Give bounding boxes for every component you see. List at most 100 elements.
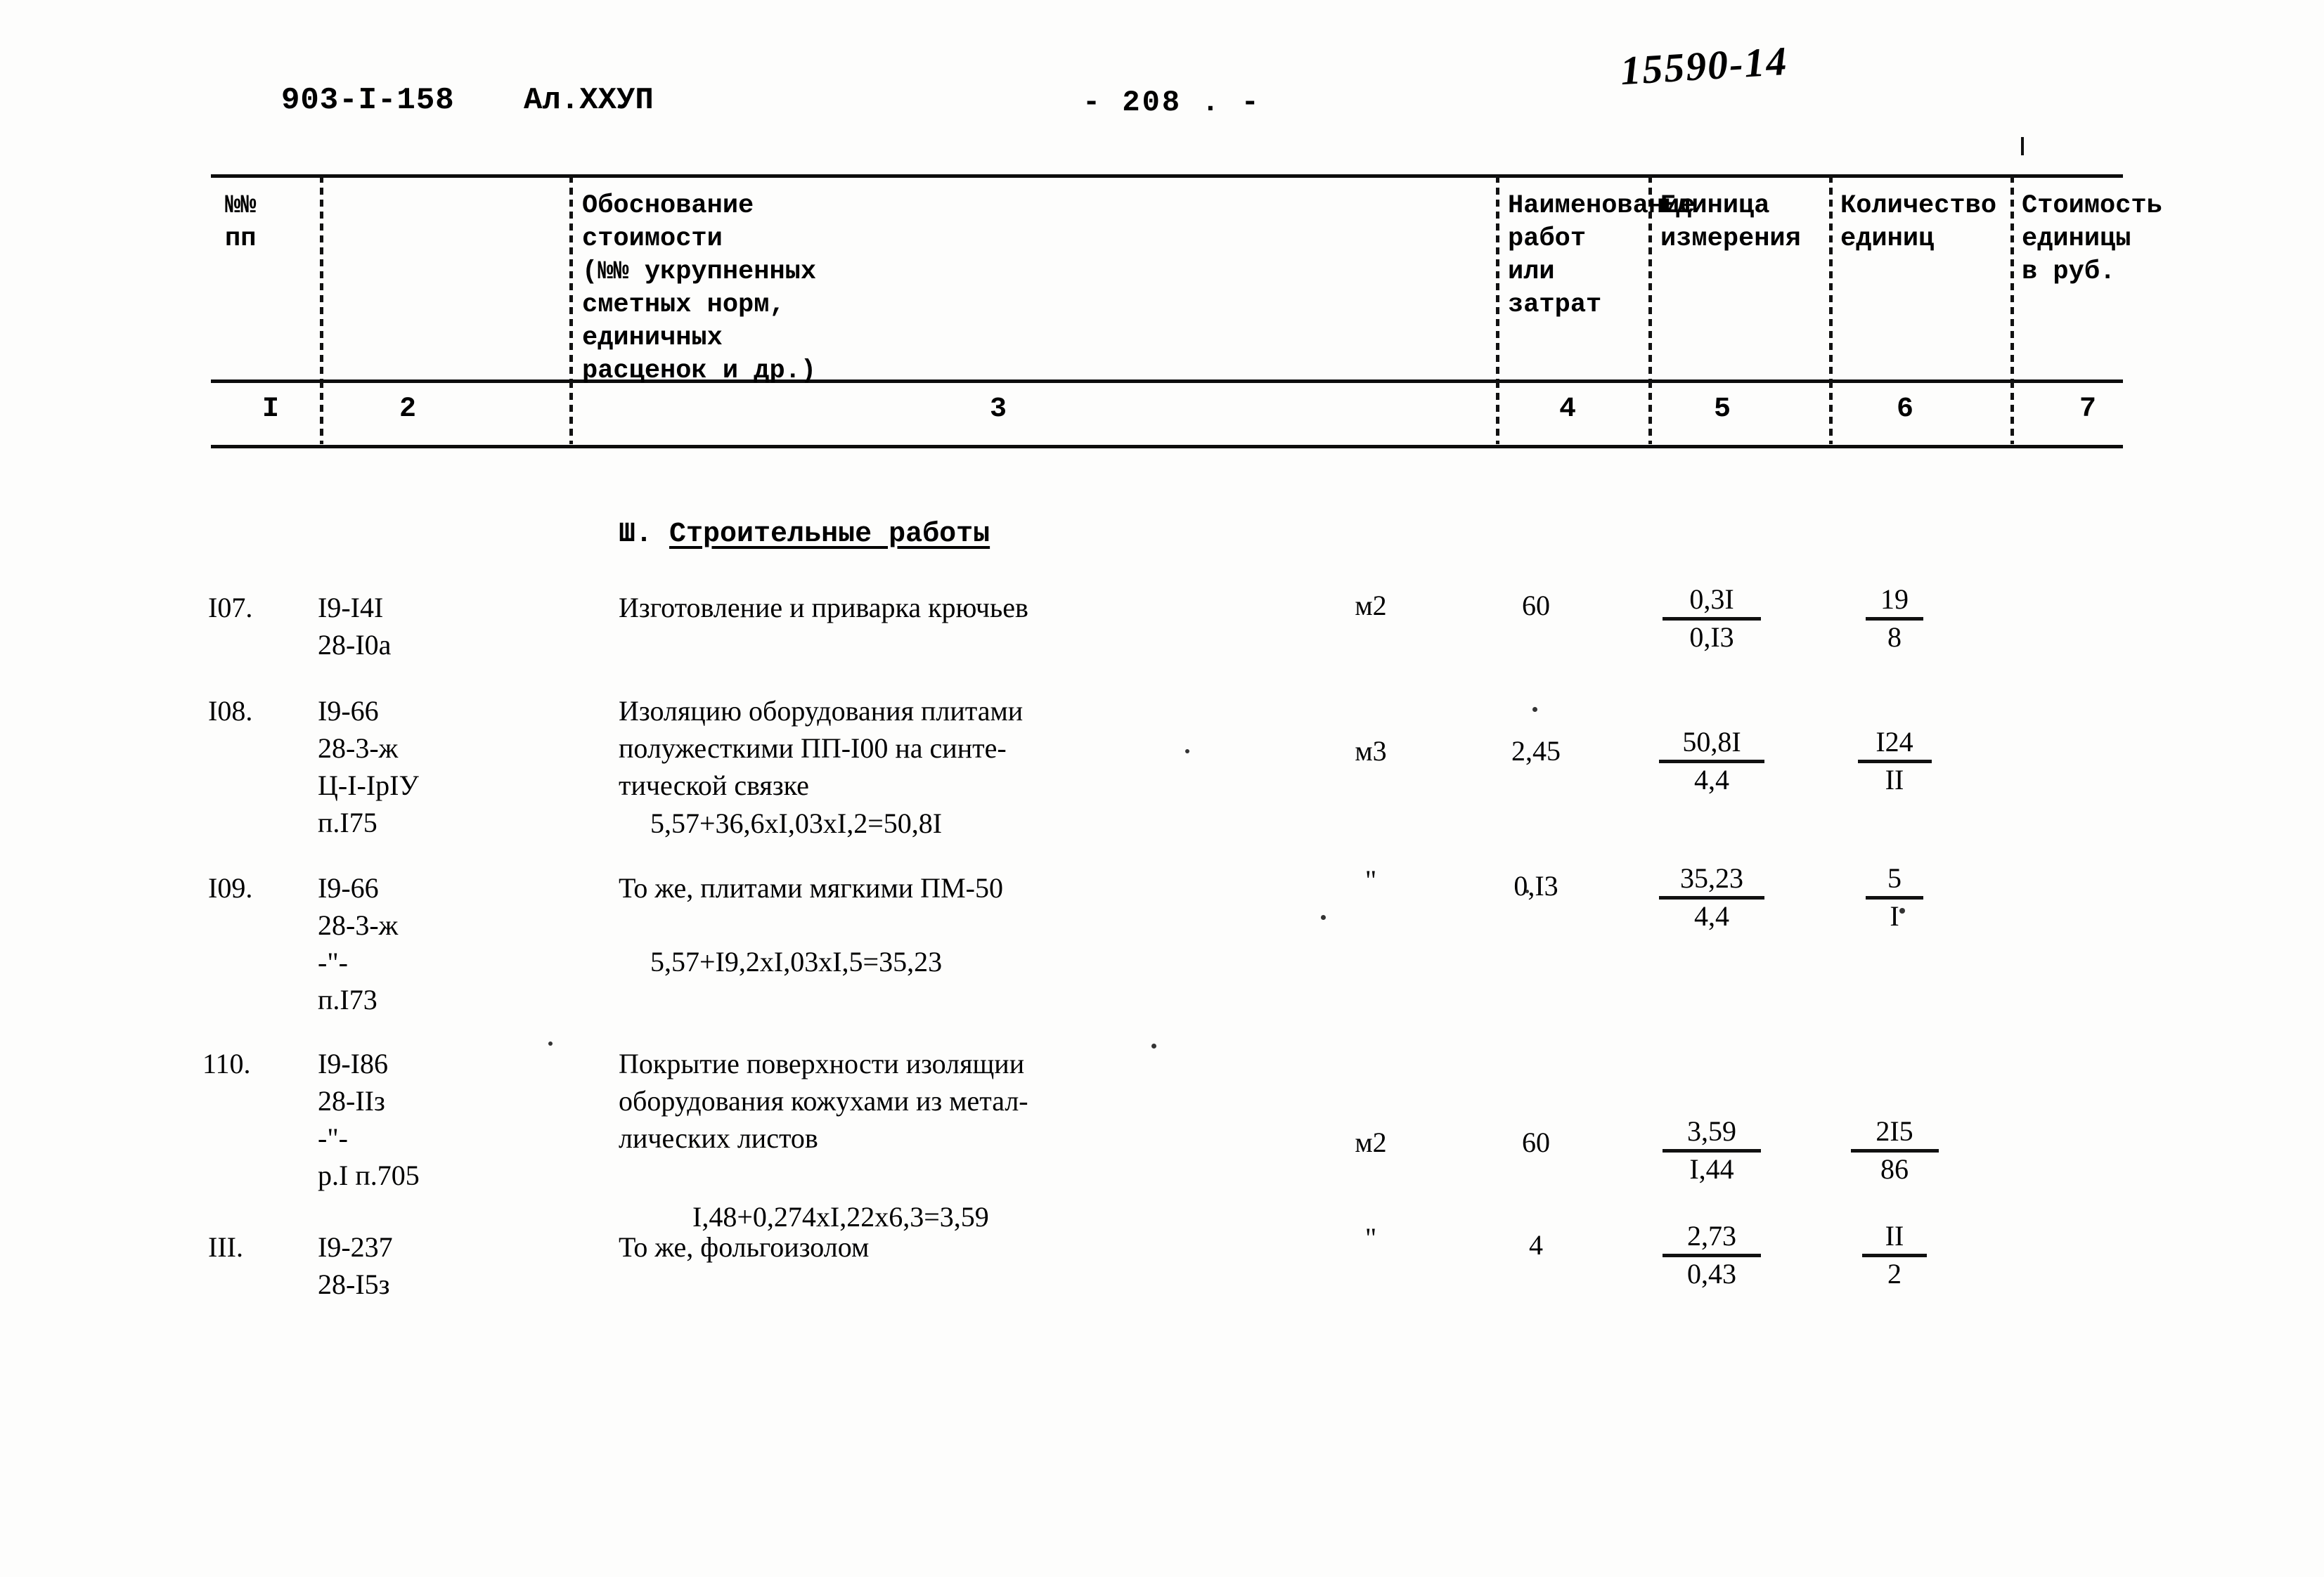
row-total-cost: 2I5 86 xyxy=(1821,1115,1968,1186)
row-total-cost: 19 8 xyxy=(1821,583,1968,654)
fraction-bar xyxy=(1866,617,1923,621)
row-unit: " xyxy=(1364,864,1377,896)
row-calculation: 5,57+36,6xI,03xI,2=50,8I xyxy=(650,807,943,839)
row-number: III. xyxy=(208,1231,243,1263)
row-description: То же, плитами мягкими ПМ-50 xyxy=(619,872,1003,904)
col-divider-2 xyxy=(569,176,573,379)
table-top-border xyxy=(211,174,2123,178)
section-heading-number: Ш. xyxy=(619,519,653,550)
unit-cost-numerator: 0,3I xyxy=(1689,583,1734,615)
unit-cost-denominator: 4,4 xyxy=(1694,900,1729,932)
fraction-bar xyxy=(1663,1254,1761,1257)
fraction-bar xyxy=(1857,760,1932,763)
row-description: То же, фольгоизолом xyxy=(619,1231,870,1263)
section-heading-text: Строительные работы xyxy=(669,519,990,550)
colnum-divider-6 xyxy=(2010,381,2014,444)
scan-artifact xyxy=(1525,890,1529,893)
row-quantity: 4 xyxy=(1529,1229,1543,1261)
margin-tick-mark xyxy=(2021,137,2024,155)
total-cost-denominator: 2 xyxy=(1887,1258,1902,1290)
row-justification: I9-237 28-I5з xyxy=(318,1231,393,1300)
column-header-6: Стоимость единицы в руб. xyxy=(2022,191,2162,287)
unit-cost-numerator: 35,23 xyxy=(1680,862,1743,894)
row-unit-cost: 50,8I 4,4 xyxy=(1631,726,1793,796)
scan-artifact xyxy=(1321,915,1326,920)
total-cost-numerator: 5 xyxy=(1887,862,1902,894)
unit-cost-denominator: 4,4 xyxy=(1694,764,1729,796)
column-header-5: Количество единиц xyxy=(1840,191,1997,254)
colnum-divider-3 xyxy=(1496,381,1499,444)
fraction-bar xyxy=(1663,1149,1761,1153)
total-cost-denominator: 8 xyxy=(1887,621,1902,653)
colnum-divider-1 xyxy=(320,381,323,444)
scan-artifact xyxy=(548,1041,553,1046)
colnum-divider-5 xyxy=(1829,381,1833,444)
total-cost-denominator: II xyxy=(1885,764,1904,796)
column-header-4: Единица измерения xyxy=(1660,191,1801,254)
row-unit: м2 xyxy=(1355,590,1387,621)
album-label: Ал.XXУП xyxy=(524,83,654,118)
row-justification: I9-I86 28-IIз -"- р.I п.705 xyxy=(318,1048,420,1191)
column-number-5: 5 xyxy=(1713,394,1731,425)
row-unit-cost: 3,59 I,44 xyxy=(1631,1115,1793,1186)
row-description: Изготовление и приварка крючьев xyxy=(619,592,1028,623)
fraction-bar xyxy=(1850,1149,1939,1153)
section-heading: Ш. Строительные работы xyxy=(619,519,990,550)
row-quantity: 60 xyxy=(1522,590,1550,621)
total-cost-numerator: I24 xyxy=(1876,726,1913,758)
row-quantity: 60 xyxy=(1522,1127,1550,1158)
column-number-3: 3 xyxy=(989,394,1007,425)
total-cost-numerator: II xyxy=(1885,1220,1904,1252)
unit-cost-denominator: 0,43 xyxy=(1687,1258,1736,1290)
row-unit: м3 xyxy=(1355,735,1387,767)
table-colnum-bottom-border xyxy=(211,445,2123,448)
scan-artifact xyxy=(1185,749,1189,753)
colnum-divider-4 xyxy=(1648,381,1652,444)
row-description: Изоляцию оборудования плитами полужестки… xyxy=(619,695,1024,801)
row-unit: " xyxy=(1364,1222,1377,1254)
fraction-bar xyxy=(1866,896,1923,900)
row-number: I07. xyxy=(208,592,253,623)
col-divider-1 xyxy=(320,176,323,379)
scan-artifact xyxy=(1532,707,1537,712)
row-unit-cost: 35,23 4,4 xyxy=(1631,862,1793,933)
document-header: 903-I-158 Ал.XXУП - 208 . - xyxy=(0,83,2324,132)
row-total-cost: 5 I xyxy=(1821,862,1968,933)
row-description: Покрытие поверхности изолящии оборудован… xyxy=(619,1048,1028,1154)
column-number-7: 7 xyxy=(2079,394,2096,425)
row-total-cost: II 2 xyxy=(1821,1220,1968,1290)
row-quantity: 2,45 xyxy=(1511,735,1561,767)
fraction-bar xyxy=(1659,896,1764,900)
unit-cost-numerator: 2,73 xyxy=(1687,1220,1736,1252)
total-cost-denominator: 86 xyxy=(1880,1153,1909,1185)
column-number-6: 6 xyxy=(1896,394,1913,425)
total-cost-denominator: I xyxy=(1890,900,1899,932)
fraction-bar xyxy=(1659,760,1764,763)
unit-cost-numerator: 50,8I xyxy=(1682,726,1741,758)
fraction-bar xyxy=(1663,617,1761,621)
row-justification: I9-66 28-3-ж Ц-I-IрIУ п.I75 xyxy=(318,695,419,838)
document-code: 903-I-158 xyxy=(281,83,455,118)
total-cost-numerator: 2I5 xyxy=(1876,1115,1913,1147)
row-justification: I9-I4I 28-I0a xyxy=(318,592,392,661)
colnum-divider-2 xyxy=(569,381,573,444)
column-number-1: I xyxy=(262,394,279,425)
row-unit-cost: 0,3I 0,I3 xyxy=(1631,583,1793,654)
fraction-bar xyxy=(1862,1254,1927,1257)
row-unit-cost: 2,73 0,43 xyxy=(1631,1220,1793,1290)
scan-artifact xyxy=(1899,908,1905,914)
row-calculation: 5,57+I9,2xI,03xI,5=35,23 xyxy=(650,946,943,978)
col-divider-6 xyxy=(2010,176,2014,379)
unit-cost-denominator: I,44 xyxy=(1689,1153,1734,1185)
scan-artifact xyxy=(1151,1044,1156,1049)
row-number: 110. xyxy=(202,1048,251,1079)
column-number-4: 4 xyxy=(1558,394,1576,425)
col-divider-3 xyxy=(1496,176,1499,379)
row-unit: м2 xyxy=(1355,1127,1387,1158)
row-number: I08. xyxy=(208,695,253,727)
row-quantity: 0,I3 xyxy=(1513,870,1558,902)
column-header-2: Обоснование стоимости (№№ укрупненных см… xyxy=(582,191,817,386)
column-number-2: 2 xyxy=(399,394,416,425)
total-cost-numerator: 19 xyxy=(1880,583,1909,615)
column-header-1: №№ пп xyxy=(225,191,257,254)
